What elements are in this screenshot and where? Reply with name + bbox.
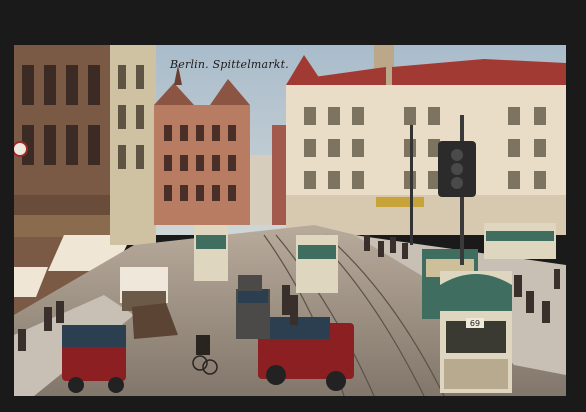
tram-route-number: 69 bbox=[470, 319, 480, 328]
tram bbox=[194, 225, 228, 281]
distant-building bbox=[272, 125, 288, 225]
foreground-tram bbox=[440, 271, 512, 393]
street-scene-photo: 69 bbox=[14, 45, 566, 396]
postcard-caption: Berlin. Spittelmarkt. bbox=[170, 58, 289, 71]
tram bbox=[296, 235, 338, 293]
tram bbox=[484, 223, 556, 259]
cream-building bbox=[110, 45, 156, 245]
streetlamp-icon bbox=[410, 125, 413, 245]
car bbox=[238, 275, 262, 291]
car bbox=[236, 289, 270, 339]
postcard-frame: 69 Berlin. Spittelmarkt. bbox=[0, 0, 586, 412]
